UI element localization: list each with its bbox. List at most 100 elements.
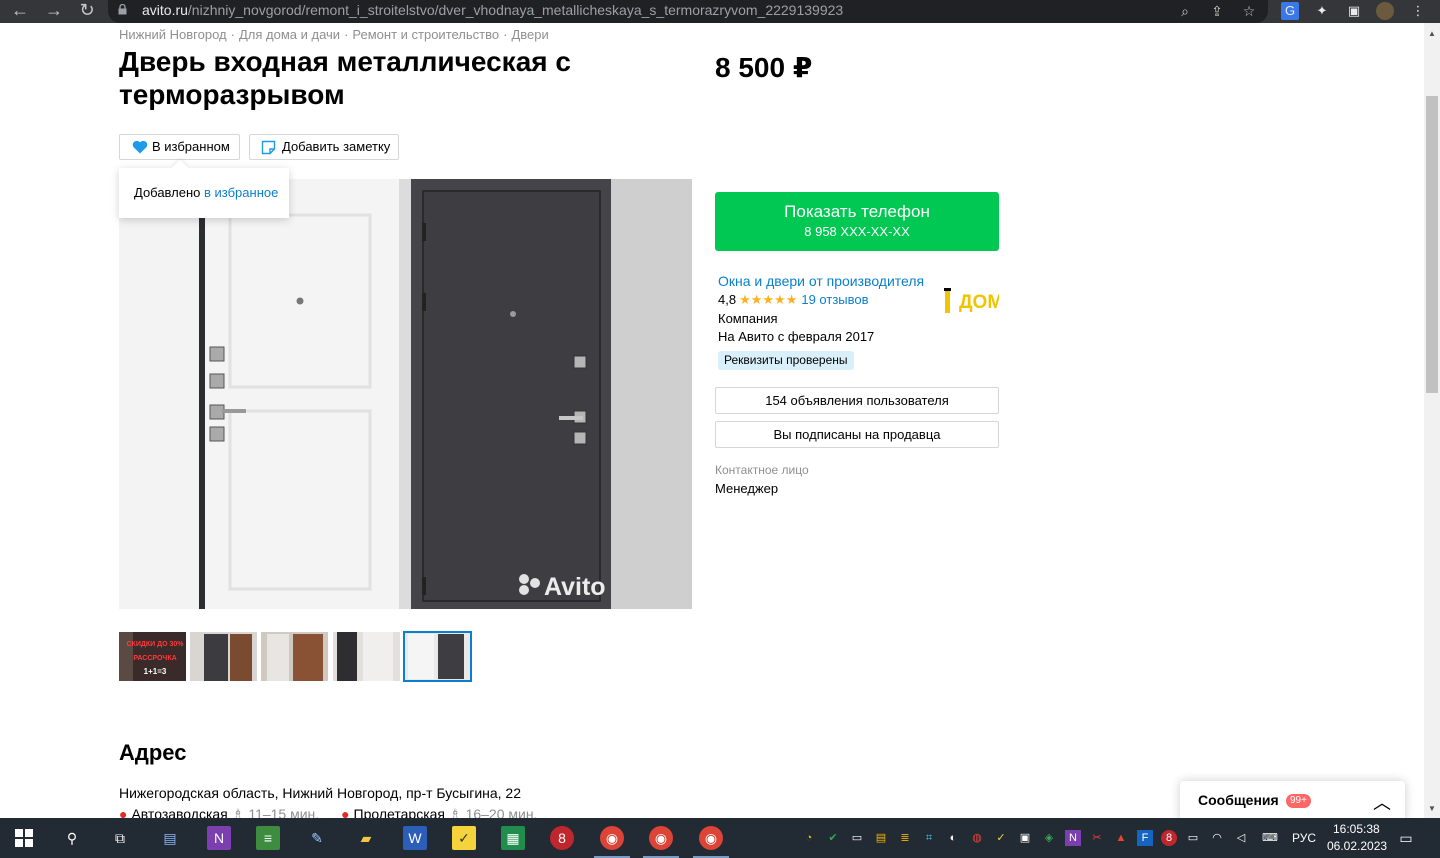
page-content: Нижний Новгород · Для дома и дачи · Ремонт и… xyxy=(0,23,1424,818)
show-phone-button[interactable]: Показать телефон 8 958 XXX-XX-XX xyxy=(715,192,999,251)
battery-icon[interactable]: ▭ xyxy=(1185,830,1201,846)
input-language[interactable]: РУС xyxy=(1292,831,1316,845)
translate-extension-icon[interactable]: G xyxy=(1281,2,1299,20)
listing-price: 8 500 ₽ xyxy=(715,52,813,83)
tray-snip-icon[interactable]: ⌗ xyxy=(921,830,937,846)
tray-sticky-icon[interactable]: ✓ xyxy=(993,830,1009,846)
page-scrollbar[interactable]: ▲ ▼ xyxy=(1424,23,1440,818)
user-listings-button[interactable]: 154 объявления пользователя xyxy=(715,387,999,414)
side-panel-icon[interactable]: ▣ xyxy=(1345,2,1363,20)
tray-pdf-icon[interactable]: ▲ xyxy=(1113,830,1129,846)
tray-notes-icon[interactable]: ≣ xyxy=(897,830,913,846)
metro-time: 11–15 мин. xyxy=(248,806,320,818)
scrollbar-thumb[interactable] xyxy=(1426,96,1438,393)
reviews-link[interactable]: 19 отзывов xyxy=(801,292,868,307)
favorite-button[interactable]: В избранном xyxy=(119,134,240,160)
tray-folder-icon[interactable]: ▤ xyxy=(873,830,889,846)
contact-person-name: Менеджер xyxy=(715,481,779,496)
tooltip-favorites-link[interactable]: в избранное xyxy=(204,185,278,200)
tray-shield-icon[interactable]: ✔ xyxy=(825,830,841,846)
seller-logo-text: ДОМ xyxy=(959,292,999,313)
tray-app-icon[interactable]: 8 xyxy=(1161,830,1177,846)
scroll-down-icon[interactable]: ▼ xyxy=(1428,804,1436,813)
share-icon[interactable]: ⇪ xyxy=(1208,2,1226,20)
seller-logo[interactable]: ДОМ xyxy=(943,285,999,317)
sheets-icon[interactable]: ▦ xyxy=(501,826,525,850)
tray-fx-icon[interactable]: F xyxy=(1137,830,1153,846)
thumbnail-2[interactable] xyxy=(190,632,257,681)
metro-station: Автозаводская xyxy=(131,806,228,818)
main-photo[interactable]: Avito xyxy=(119,179,692,609)
tray-onenote-icon[interactable]: N xyxy=(1065,830,1081,846)
address-text: Нижегородская область, Нижний Новгород, … xyxy=(119,785,522,801)
add-note-button[interactable]: Добавить заметку xyxy=(249,134,399,160)
profile-avatar-icon[interactable] xyxy=(1376,2,1394,20)
task-view-icon[interactable]: ⧉ xyxy=(108,826,132,850)
chrome-icon[interactable]: ◉ xyxy=(649,826,673,850)
metro-station: Пролетарская xyxy=(353,806,445,818)
zoom-icon[interactable]: ⌕ xyxy=(1176,2,1194,20)
onenote-icon[interactable]: N xyxy=(207,826,231,850)
address-bar[interactable]: avito.ru/nizhniy_novgorod/remont_i_stroi… xyxy=(108,0,1268,23)
walking-icon: ♗ xyxy=(449,806,462,818)
metro-list: ● Автозаводская ♗ 11–15 мин. ● Пролетарская ♗… xyxy=(119,806,537,818)
chrome-icon[interactable]: ◉ xyxy=(600,826,624,850)
back-icon[interactable]: ← xyxy=(8,0,32,23)
thumbnail-4[interactable] xyxy=(333,632,400,681)
breadcrumb-item[interactable]: Для дома и дачи xyxy=(239,27,340,42)
browser-toolbar: ← → ↻ avito.ru/nizhniy_novgorod/remont_i… xyxy=(0,0,1440,23)
scroll-up-icon[interactable]: ▲ xyxy=(1428,29,1436,38)
show-phone-label: Показать телефон xyxy=(784,202,930,221)
breadcrumb-item[interactable]: Ремонт и строительство xyxy=(352,27,499,42)
address-heading: Адрес xyxy=(119,740,187,765)
chevron-up-icon[interactable]: ︿ xyxy=(1373,789,1391,815)
url-text: avito.ru/nizhniy_novgorod/remont_i_stroi… xyxy=(142,2,844,18)
wifi-icon[interactable]: ◠ xyxy=(1209,830,1225,846)
windows-start-icon[interactable] xyxy=(12,826,36,850)
reload-icon[interactable]: ↻ xyxy=(75,0,99,23)
metro-line-icon: ● xyxy=(341,806,350,818)
thumbnail-5-selected[interactable] xyxy=(403,631,472,682)
file-explorer-icon[interactable]: ▰ xyxy=(354,826,378,850)
word-icon[interactable]: W xyxy=(403,826,427,850)
breadcrumb-item[interactable]: Нижний Новгород xyxy=(119,27,227,42)
volume-icon[interactable]: ◁ xyxy=(1233,830,1249,846)
menu-kebab-icon[interactable]: ⋮ xyxy=(1409,2,1427,20)
tray-globe-icon[interactable]: ◈ xyxy=(1041,830,1057,846)
forward-icon[interactable]: → xyxy=(42,0,66,23)
thumbnail-promo-line-2: РАССРОЧКА xyxy=(133,655,176,662)
app-icon[interactable]: 8 xyxy=(550,826,574,850)
thumbnail-promo-line-1: СКИДКИ ДО 30% xyxy=(127,641,185,648)
seller-rating: 4,8 ★★★★★ 19 отзывов xyxy=(718,292,869,308)
notepad-icon[interactable]: ≡ xyxy=(256,826,280,850)
favorite-button-label: В избранном xyxy=(152,139,230,154)
lock-icon xyxy=(118,4,127,15)
files-icon[interactable]: ▤ xyxy=(158,826,182,850)
messages-widget[interactable]: Сообщения 99+ ︿ xyxy=(1180,781,1405,818)
notifications-icon[interactable]: ▭ xyxy=(1398,830,1414,846)
clock-date[interactable]: 06.02.2023 xyxy=(1327,839,1387,853)
tray-app-icon[interactable]: ◔ xyxy=(801,830,817,846)
breadcrumb: Нижний Новгород · Для дома и дачи · Ремонт и… xyxy=(119,27,549,42)
tooltip-text: Добавлено xyxy=(134,185,201,200)
tray-monitor-icon[interactable]: ▭ xyxy=(849,830,865,846)
thumbnail-1[interactable]: СКИДКИ ДО 30% РАССРОЧКА 1+1=3 xyxy=(119,632,186,681)
tray-window-icon[interactable]: ▣ xyxy=(1017,830,1033,846)
breadcrumb-item[interactable]: Двери xyxy=(511,27,548,42)
seller-name-link[interactable]: Окна и двери от производителя xyxy=(718,273,924,289)
bookmark-star-icon[interactable]: ☆ xyxy=(1240,2,1258,20)
chrome-icon[interactable]: ◉ xyxy=(699,826,723,850)
windows-taskbar: ⚲ ⧉ ▤ N ≡ ✎ ▰ W ✓ ▦ 8 ◉ ◉ ◉ ◔ ✔ ▭ ▤ ≣ ⌗ … xyxy=(0,818,1440,858)
tray-browser-icon[interactable]: ◐ xyxy=(945,830,961,846)
extensions-puzzle-icon[interactable]: ✦ xyxy=(1313,2,1331,20)
paint-icon[interactable]: ✎ xyxy=(305,826,329,850)
sticky-notes-icon[interactable]: ✓ xyxy=(452,826,476,850)
keyboard-icon[interactable]: ⌨ xyxy=(1259,830,1281,846)
heart-icon xyxy=(132,140,148,154)
thumbnail-3[interactable] xyxy=(261,632,328,681)
subscribed-button[interactable]: Вы подписаны на продавца xyxy=(715,421,999,448)
tray-record-icon[interactable]: ◍ xyxy=(969,830,985,846)
clock-time[interactable]: 16:05:38 xyxy=(1333,822,1380,836)
search-icon[interactable]: ⚲ xyxy=(60,826,84,850)
tray-tool-icon[interactable]: ✂ xyxy=(1089,830,1105,846)
